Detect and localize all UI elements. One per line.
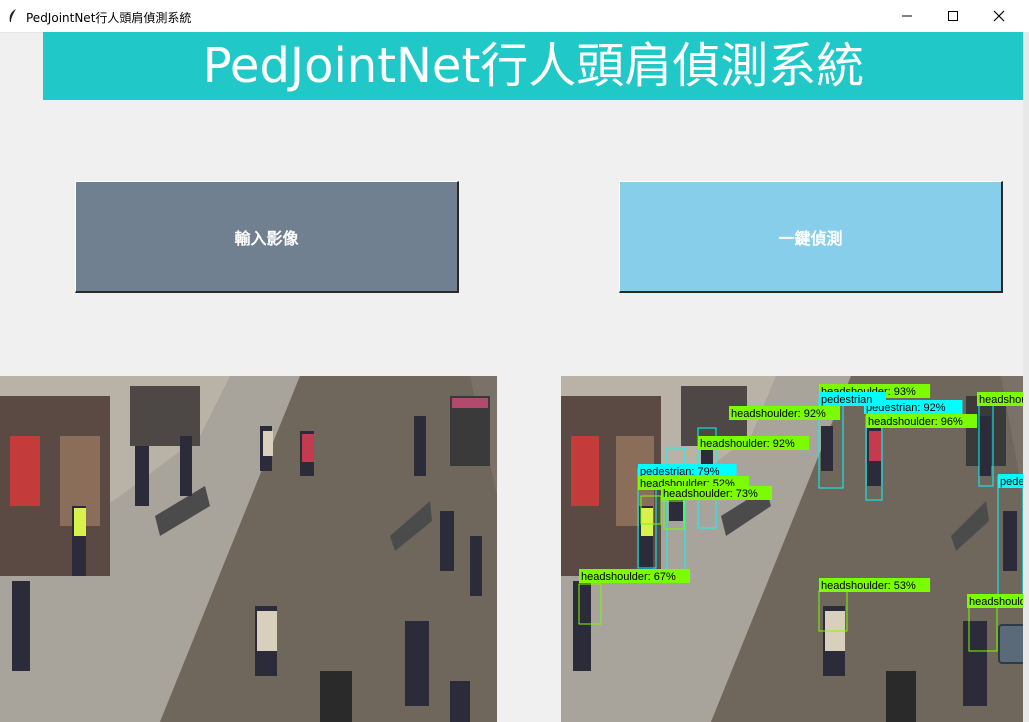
detection-label: headshoulder: 73% [663,488,758,500]
window-edge-scrollbar[interactable] [1023,32,1029,722]
detection-label: headshoulder: 92% [700,438,795,450]
detection-label: headshoulder: 96% [868,416,963,428]
input-image-panel [0,376,497,722]
detection-label: headshoulder: 92% [731,408,826,420]
detection-label: headshoulde [969,596,1023,608]
input-image-label: 輸入影像 [234,228,299,248]
maximize-icon [948,11,958,21]
detection-label: pedes [1000,476,1023,488]
header-banner: PedJointNet行人頭肩偵測系統 [43,32,1024,100]
minimize-button[interactable] [884,0,930,32]
detection-result-image: headshoulder: 93%headshoulder: 92%pedest… [561,376,1023,722]
detection-label: pedestrian [821,394,872,406]
input-image-button[interactable]: 輸入影像 [75,181,459,293]
minimize-icon [902,15,912,17]
page-title: PedJointNet行人頭肩偵測系統 [202,38,865,94]
maximize-button[interactable] [930,0,976,32]
detection-label: headshoulder: 53% [821,580,916,592]
close-button[interactable] [976,0,1022,32]
window-titlebar: PedJointNet行人頭肩偵測系統 [0,0,1029,33]
detect-button[interactable]: 一鍵偵測 [619,181,1003,293]
street-scene-image [0,376,497,722]
detection-result-panel: headshoulder: 93%headshoulder: 92%pedest… [561,376,1023,722]
detection-label: headshoulder: 67% [581,571,676,583]
window-title: PedJointNet行人頭肩偵測系統 [26,11,192,25]
close-icon [993,10,1005,22]
feather-icon [9,9,16,22]
detection-label: headshoulde [979,394,1023,406]
detect-label: 一鍵偵測 [778,228,843,248]
